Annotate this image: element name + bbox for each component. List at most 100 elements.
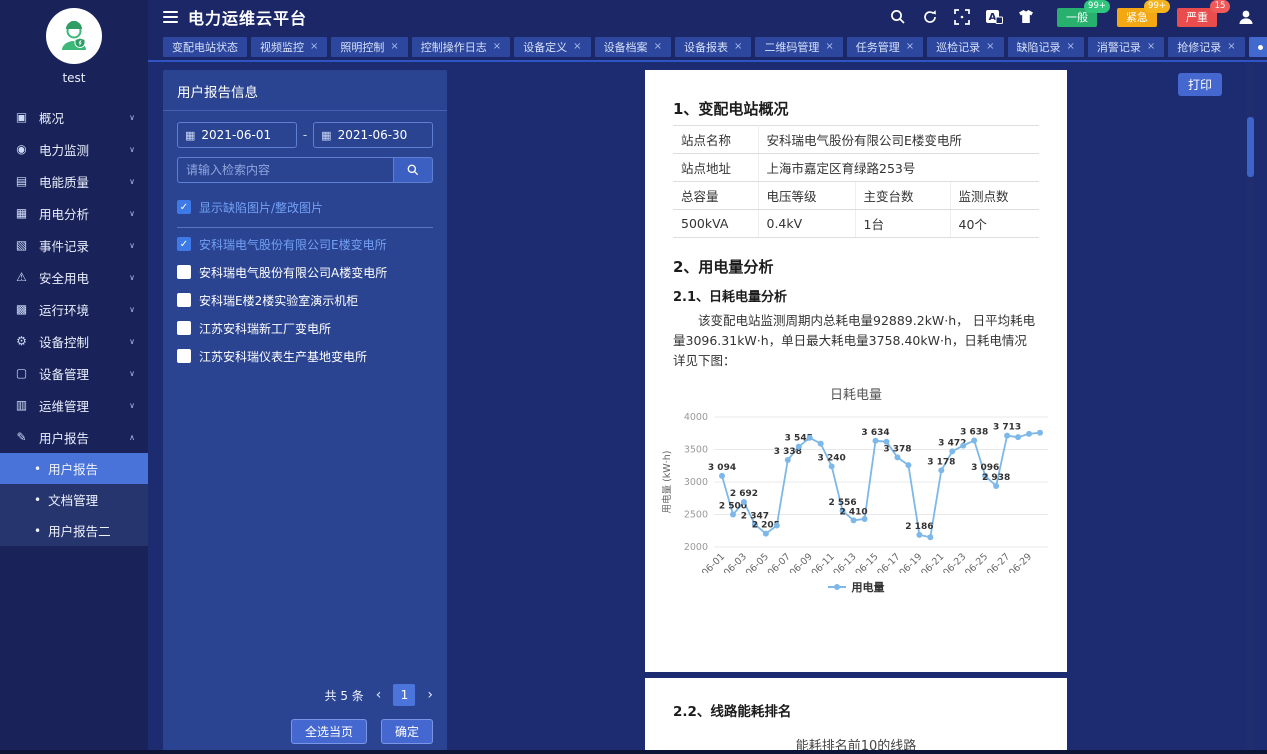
tab-设备报表[interactable]: 设备报表×	[675, 37, 751, 57]
event-record-icon: ▧	[13, 238, 30, 252]
date-from-input[interactable]: ▦ 2021-06-01	[177, 122, 297, 148]
theme-shirt-icon[interactable]	[1017, 8, 1035, 26]
menu-toggle-icon[interactable]	[163, 11, 178, 23]
chevron-down-icon: ∨	[129, 113, 135, 122]
chevron-down-icon: ∨	[129, 273, 135, 282]
svg-text:4000: 4000	[684, 412, 708, 423]
legend-label: 用电量	[852, 579, 885, 595]
submenu-item-用户报告[interactable]: •用户报告	[0, 453, 148, 484]
submenu-item-label: 用户报告二	[48, 521, 111, 540]
next-page-button[interactable]: ›	[427, 688, 433, 702]
sidebar-item-用户报告[interactable]: ✎用户报告∧	[0, 421, 148, 453]
print-button[interactable]: 打印	[1178, 73, 1222, 96]
tab-用户报告[interactable]: 用户报告×	[1249, 37, 1267, 57]
sidebar-item-电能质量[interactable]: ▤电能质量∨	[0, 165, 148, 197]
translate-icon[interactable]: A	[985, 8, 1003, 26]
tab-消警记录[interactable]: 消警记录×	[1088, 37, 1164, 57]
refresh-icon[interactable]	[921, 8, 939, 26]
tab-label: 照明控制	[340, 39, 384, 55]
tab-close-icon[interactable]: ×	[986, 42, 994, 52]
sidebar-item-label: 电力监测	[39, 140, 89, 159]
device-mgmt-icon: ▢	[13, 366, 30, 380]
tab-控制操作日志[interactable]: 控制操作日志×	[412, 37, 510, 57]
tab-变配电站状态[interactable]: 变配电站状态	[163, 37, 247, 57]
sidebar-item-运行环境[interactable]: ▩运行环境∨	[0, 293, 148, 325]
sidebar-item-用电分析[interactable]: ▦用电分析∨	[0, 197, 148, 229]
svg-text:3 378: 3 378	[883, 444, 911, 454]
confirm-button[interactable]: 确定	[381, 719, 433, 744]
tab-视频监控[interactable]: 视频监控×	[251, 37, 327, 57]
tab-close-icon[interactable]: ×	[573, 42, 581, 52]
tab-close-icon[interactable]: ×	[906, 42, 914, 52]
power-monitor-icon: ◉	[13, 142, 30, 156]
chart-title: 日耗电量	[645, 384, 1067, 403]
vertical-scrollbar	[1247, 64, 1254, 754]
site-checkbox-row[interactable]: 安科瑞E楼2楼实验室演示机柜	[163, 286, 447, 314]
date-to-input[interactable]: ▦ 2021-06-30	[313, 122, 433, 148]
tab-巡检记录[interactable]: 巡检记录 ×	[927, 37, 1003, 57]
tab-close-icon[interactable]: ×	[310, 42, 318, 52]
search-button[interactable]	[393, 157, 433, 183]
filter-defect-images-checkbox[interactable]: ✓ 显示缺陷图片/整改图片	[163, 193, 447, 221]
svg-text:2500: 2500	[684, 510, 708, 521]
table-cell: 总容量	[673, 182, 758, 210]
tab-照明控制[interactable]: 照明控制 ×	[331, 37, 407, 57]
alarm-button-严重[interactable]: 严重15	[1177, 8, 1217, 27]
tab-label: 巡检记录	[936, 39, 980, 55]
site-checkbox-row[interactable]: 安科瑞电气股份有限公司A楼变电所	[163, 258, 447, 286]
tab-label: 二维码管理	[764, 39, 819, 55]
report-page-1: 1、变配电站概况 站点名称安科瑞电气股份有限公司E楼变电所站点地址上海市嘉定区育…	[645, 70, 1067, 672]
sidebar-item-label: 概况	[39, 108, 64, 127]
site-label: 安科瑞电气股份有限公司A楼变电所	[199, 264, 387, 281]
date-range-row: ▦ 2021-06-01 - ▦ 2021-06-30	[177, 122, 433, 148]
scrollbar-thumb[interactable]	[1247, 117, 1254, 177]
tab-抢修记录[interactable]: 抢修记录×	[1168, 37, 1244, 57]
tab-设备定义[interactable]: 设备定义×	[514, 37, 590, 57]
submenu-item-用户报告二[interactable]: •用户报告二	[0, 515, 148, 546]
alarm-button-紧急[interactable]: 紧急99+	[1117, 8, 1157, 27]
table-cell: 电压等级	[758, 182, 855, 210]
page-number[interactable]: 1	[393, 684, 415, 706]
tab-设备档案[interactable]: 设备档案×	[595, 37, 671, 57]
sidebar-item-设备管理[interactable]: ▢设备管理∨	[0, 357, 148, 389]
select-all-page-button[interactable]: 全选当页	[291, 719, 367, 744]
table-cell: 40个	[950, 210, 1039, 238]
tab-label: 缺陷记录	[1017, 39, 1061, 55]
sidebar-item-运维管理[interactable]: ▥运维管理∨	[0, 389, 148, 421]
tab-任务管理[interactable]: 任务管理×	[847, 37, 923, 57]
site-checkbox-row[interactable]: 江苏安科瑞新工厂变电所	[163, 314, 447, 342]
table-cell: 站点名称	[673, 126, 758, 154]
tab-close-icon[interactable]: ×	[1227, 42, 1235, 52]
sidebar-item-概况[interactable]: ▣概况∨	[0, 101, 148, 133]
tab-close-icon[interactable]: ×	[390, 42, 398, 52]
submenu-item-文档管理[interactable]: •文档管理	[0, 484, 148, 515]
station-info-table: 站点名称安科瑞电气股份有限公司E楼变电所站点地址上海市嘉定区育绿路253号总容量…	[673, 125, 1039, 238]
alarm-button-一般[interactable]: 一般99+	[1057, 8, 1097, 27]
tab-close-icon[interactable]: ×	[654, 42, 662, 52]
site-checkbox-row[interactable]: 江苏安科瑞仪表生产基地变电所	[163, 342, 447, 370]
legend-marker-icon	[828, 583, 846, 591]
site-checkbox-row[interactable]: ✓安科瑞电气股份有限公司E楼变电所	[163, 230, 447, 258]
daily-consumption-chart: 20002500300035004000用电量 (kW·h)06-0106-03…	[656, 405, 1056, 577]
fullscreen-icon[interactable]	[953, 8, 971, 26]
tab-close-icon[interactable]: ×	[1147, 42, 1155, 52]
sidebar-item-电力监测[interactable]: ◉电力监测∨	[0, 133, 148, 165]
tab-close-icon[interactable]: ×	[734, 42, 742, 52]
chart-legend: 用电量	[645, 579, 1067, 595]
user-icon[interactable]	[1237, 8, 1255, 26]
sidebar-item-事件记录[interactable]: ▧事件记录∨	[0, 229, 148, 261]
tab-二维码管理[interactable]: 二维码管理 ×	[755, 37, 842, 57]
sidebar-item-安全用电[interactable]: ⚠安全用电∨	[0, 261, 148, 293]
tab-close-icon[interactable]: ×	[1067, 42, 1075, 52]
tab-close-icon[interactable]: ×	[825, 42, 833, 52]
sidebar-item-设备控制[interactable]: ⚙设备控制∨	[0, 325, 148, 357]
search-input[interactable]	[177, 157, 393, 183]
chevron-down-icon: ∨	[129, 209, 135, 218]
prev-page-button[interactable]: ‹	[376, 688, 382, 702]
divider	[177, 227, 433, 228]
tab-close-icon[interactable]: ×	[493, 42, 501, 52]
sidebar-menu: ▣概况∨◉电力监测∨▤电能质量∨▦用电分析∨▧事件记录∨⚠安全用电∨▩运行环境∨…	[0, 101, 148, 546]
tab-缺陷记录[interactable]: 缺陷记录 ×	[1008, 37, 1084, 57]
search-icon[interactable]	[889, 8, 907, 26]
app-title: 电力运维云平台	[188, 5, 307, 29]
